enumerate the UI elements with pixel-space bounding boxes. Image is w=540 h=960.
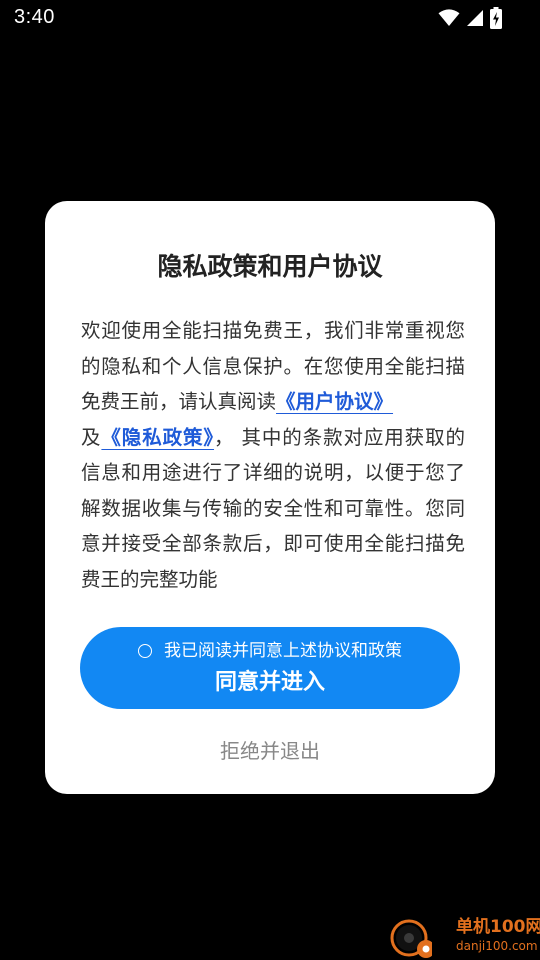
watermark-name: 单机100网: [456, 917, 540, 937]
watermark-domain: danji100.com: [456, 939, 538, 953]
watermark: 单机100网 danji100.com: [388, 913, 540, 959]
user-agreement-link[interactable]: 《用户协议》: [276, 390, 393, 413]
agree-and-enter-button[interactable]: 我已阅读并同意上述协议和政策 同意并进入: [80, 627, 460, 709]
cellular-signal-icon: [466, 9, 484, 27]
body-rest-text: ， 其中的条款对应用获取的信息和用途进行了详细的说明，以便于您了解数据收集与传输…: [81, 425, 465, 591]
status-bar: 3:40: [0, 0, 540, 36]
watermark-logo-icon: [388, 915, 435, 959]
agree-checkbox-row[interactable]: 我已阅读并同意上述协议和政策: [80, 639, 460, 663]
body-intro-text: 欢迎使用全能扫描免费王，我们非常重视您的隐私和个人信息保护。在您使用全能扫描免费…: [81, 319, 465, 413]
dialog-title: 隐私政策和用户协议: [157, 252, 383, 281]
status-time: 3:40: [14, 6, 55, 28]
reject-and-exit-button[interactable]: 拒绝并退出: [170, 731, 370, 771]
agree-checkbox-label: 我已阅读并同意上述协议和政策: [164, 641, 402, 661]
battery-charging-icon: [490, 7, 502, 29]
privacy-policy-link[interactable]: 《隐私政策》: [101, 426, 214, 449]
screen: 3:40 隐私政策和用户协议 欢迎使用全能扫描免费王，我们非常重视您的隐私和个人…: [0, 0, 540, 960]
dialog-body: 欢迎使用全能扫描免费王，我们非常重视您的隐私和个人信息保护。在您使用全能扫描免费…: [81, 313, 465, 597]
body-conjunction-text: 及: [81, 425, 102, 449]
status-icons: [438, 7, 502, 29]
agree-button-label: 同意并进入: [214, 670, 325, 695]
wifi-icon: [438, 9, 460, 27]
privacy-dialog: 隐私政策和用户协议 欢迎使用全能扫描免费王，我们非常重视您的隐私和个人信息保护。…: [45, 201, 495, 794]
radio-unchecked-icon[interactable]: [138, 644, 152, 658]
